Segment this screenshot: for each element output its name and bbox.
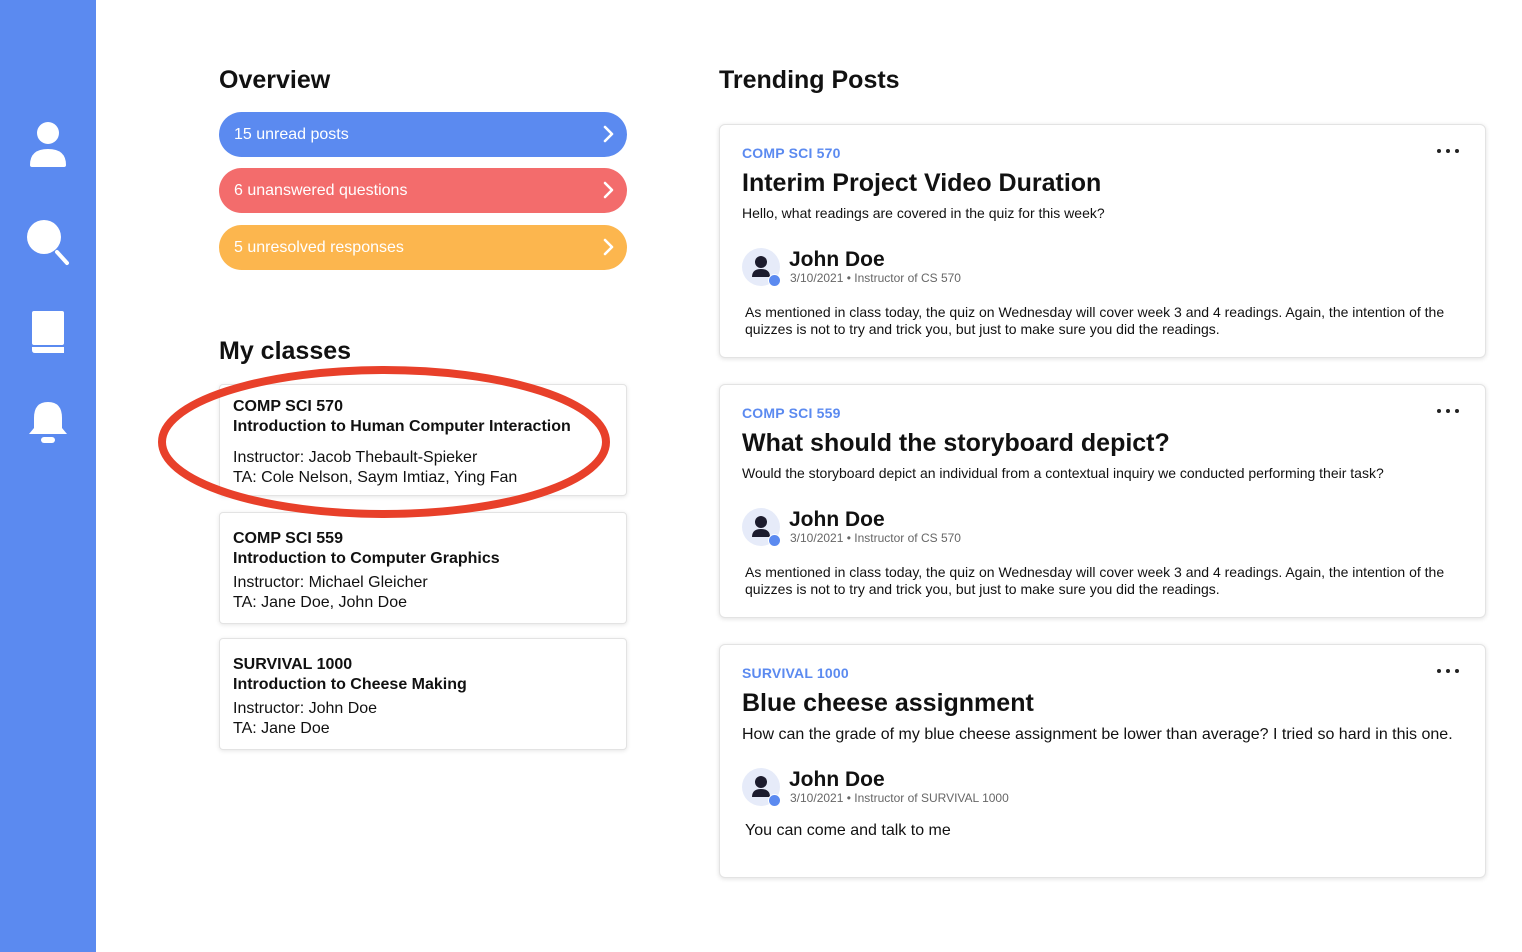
post-author: John Doe 3/10/2021 • Instructor of SURVI… xyxy=(742,768,1142,808)
post-card[interactable]: SURVIVAL 1000 Blue cheese assignment How… xyxy=(719,644,1486,878)
class-card-cs570[interactable]: COMP SCI 570 Introduction to Human Compu… xyxy=(219,384,627,496)
dot-icon xyxy=(1446,669,1450,673)
avatar[interactable] xyxy=(742,248,781,287)
class-ta: TA: Jane Doe xyxy=(233,720,330,737)
post-reply: You can come and talk to me xyxy=(745,822,951,839)
verified-badge-icon xyxy=(768,274,781,287)
class-ta: TA: Cole Nelson, Saym Imtiaz, Ying Fan xyxy=(233,469,518,486)
avatar[interactable] xyxy=(742,508,781,547)
sidebar-item-profile[interactable] xyxy=(22,118,74,170)
more-options-button[interactable] xyxy=(1437,404,1459,418)
author-name[interactable]: John Doe xyxy=(789,508,885,532)
post-title[interactable]: Blue cheese assignment xyxy=(742,689,1034,718)
pill-label: 6 unanswered questions xyxy=(234,181,408,199)
my-classes-title: My classes xyxy=(219,337,352,365)
class-name: Introduction to Human Computer Interacti… xyxy=(233,418,571,435)
app-root: Overview 15 unread posts 6 unanswered qu… xyxy=(0,0,1522,952)
post-body: Hello, what readings are covered in the … xyxy=(742,205,1105,221)
post-card[interactable]: COMP SCI 559 What should the storyboard … xyxy=(719,384,1486,618)
post-reply: As mentioned in class today, the quiz on… xyxy=(745,564,1445,597)
trending-posts-title: Trending Posts xyxy=(719,66,900,94)
class-code: COMP SCI 570 xyxy=(233,398,343,415)
post-author: John Doe 3/10/2021 • Instructor of CS 57… xyxy=(742,248,1142,288)
class-name: Introduction to Computer Graphics xyxy=(233,550,500,567)
pill-label: 15 unread posts xyxy=(234,125,349,143)
author-name[interactable]: John Doe xyxy=(789,768,885,792)
chevron-right-icon xyxy=(603,125,614,143)
pill-label: 5 unresolved responses xyxy=(234,238,404,256)
post-body: How can the grade of my blue cheese assi… xyxy=(742,726,1453,743)
avatar[interactable] xyxy=(742,768,781,807)
dot-icon xyxy=(1437,409,1441,413)
author-meta: 3/10/2021 • Instructor of CS 570 xyxy=(790,531,961,545)
verified-badge-icon xyxy=(768,794,781,807)
post-class-tag[interactable]: COMP SCI 570 xyxy=(742,145,841,161)
class-code: SURVIVAL 1000 xyxy=(233,656,353,673)
class-code: COMP SCI 559 xyxy=(233,530,343,547)
class-ta: TA: Jane Doe, John Doe xyxy=(233,594,408,611)
dot-icon xyxy=(1455,409,1459,413)
dot-icon xyxy=(1437,669,1441,673)
class-instructor: Instructor: Jacob Thebault-Spieker xyxy=(233,449,478,466)
search-icon xyxy=(27,220,69,265)
unanswered-questions-button[interactable]: 6 unanswered questions xyxy=(219,168,627,213)
sidebar-item-classes[interactable] xyxy=(22,306,74,358)
post-reply: As mentioned in class today, the quiz on… xyxy=(745,304,1445,337)
post-title[interactable]: Interim Project Video Duration xyxy=(742,169,1101,198)
dot-icon xyxy=(1437,149,1441,153)
sidebar-item-notifications[interactable] xyxy=(22,396,74,448)
dot-icon xyxy=(1455,149,1459,153)
class-card-survival1000[interactable]: SURVIVAL 1000 Introduction to Cheese Mak… xyxy=(219,638,627,750)
book-icon xyxy=(32,311,64,353)
overview-title: Overview xyxy=(219,66,331,94)
chevron-right-icon xyxy=(603,238,614,256)
post-body: Would the storyboard depict an individua… xyxy=(742,465,1384,481)
author-meta: 3/10/2021 • Instructor of CS 570 xyxy=(790,271,961,285)
post-class-tag[interactable]: SURVIVAL 1000 xyxy=(742,665,849,681)
chevron-right-icon xyxy=(603,181,614,199)
unresolved-responses-button[interactable]: 5 unresolved responses xyxy=(219,225,627,270)
sidebar-item-search[interactable] xyxy=(22,216,74,268)
post-author: John Doe 3/10/2021 • Instructor of CS 57… xyxy=(742,508,1142,548)
dot-icon xyxy=(1446,149,1450,153)
post-class-tag[interactable]: COMP SCI 559 xyxy=(742,405,841,421)
sidebar xyxy=(0,0,96,952)
verified-badge-icon xyxy=(768,534,781,547)
class-instructor: Instructor: Michael Gleicher xyxy=(233,574,428,591)
author-meta: 3/10/2021 • Instructor of SURVIVAL 1000 xyxy=(790,791,1009,805)
dot-icon xyxy=(1446,409,1450,413)
more-options-button[interactable] xyxy=(1437,664,1459,678)
dot-icon xyxy=(1455,669,1459,673)
post-title[interactable]: What should the storyboard depict? xyxy=(742,429,1170,458)
post-card[interactable]: COMP SCI 570 Interim Project Video Durat… xyxy=(719,124,1486,358)
bell-icon xyxy=(29,402,67,443)
more-options-button[interactable] xyxy=(1437,144,1459,158)
unread-posts-button[interactable]: 15 unread posts xyxy=(219,112,627,157)
author-name[interactable]: John Doe xyxy=(789,248,885,272)
class-card-cs559[interactable]: COMP SCI 559 Introduction to Computer Gr… xyxy=(219,512,627,624)
class-name: Introduction to Cheese Making xyxy=(233,676,467,693)
class-instructor: Instructor: John Doe xyxy=(233,700,378,717)
user-icon xyxy=(30,122,66,167)
